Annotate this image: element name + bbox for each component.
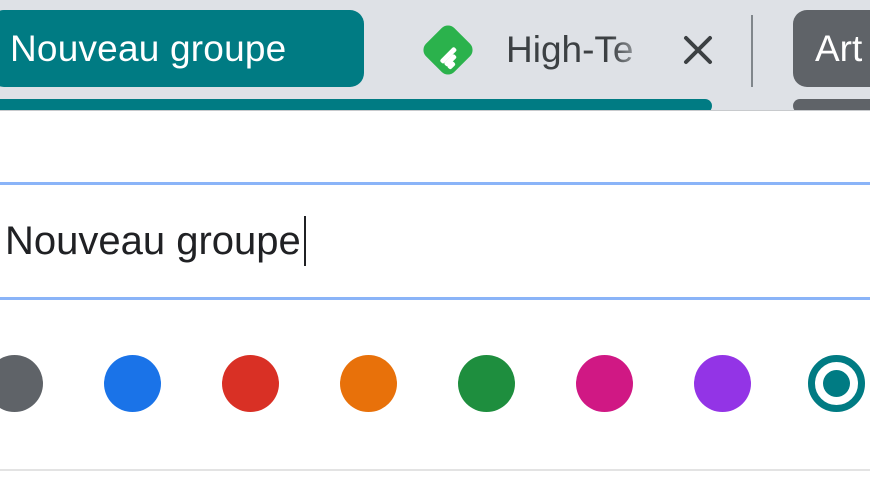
close-icon[interactable]: [680, 32, 716, 68]
tab-group-editor: Nouveau groupe: [0, 110, 870, 501]
color-picker: [0, 355, 870, 415]
tab-group-chip-next[interactable]: Art: [793, 10, 870, 87]
color-swatch-green[interactable]: [458, 355, 515, 412]
group-name-value: Nouveau groupe: [5, 219, 301, 263]
tab-high-tech[interactable]: High-Te: [400, 10, 740, 90]
tab-group-label-next: Art: [815, 27, 863, 69]
feedly-icon: [418, 20, 478, 80]
tab-strip: Nouveau groupe High-Te Art: [0, 0, 870, 110]
color-swatch-blue[interactable]: [104, 355, 161, 412]
tab-separator: [751, 15, 753, 87]
tab-group-underline-next: [793, 99, 870, 110]
tab-group-underline: [0, 99, 712, 110]
color-swatch-pink[interactable]: [576, 355, 633, 412]
text-caret: [303, 216, 306, 266]
color-swatch-cyan[interactable]: [808, 355, 865, 412]
color-swatch-grey[interactable]: [0, 355, 43, 412]
group-name-input[interactable]: Nouveau groupe: [0, 182, 870, 300]
tab-group-label: Nouveau groupe: [10, 27, 287, 69]
selected-indicator: [823, 370, 850, 397]
color-swatch-purple[interactable]: [694, 355, 751, 412]
group-name-value-wrap: Nouveau groupe: [5, 216, 306, 266]
tab-title: High-Te: [506, 29, 634, 70]
divider: [0, 469, 870, 471]
tab-group-chip[interactable]: Nouveau groupe: [0, 10, 364, 87]
color-swatch-orange[interactable]: [340, 355, 397, 412]
color-swatch-red[interactable]: [222, 355, 279, 412]
